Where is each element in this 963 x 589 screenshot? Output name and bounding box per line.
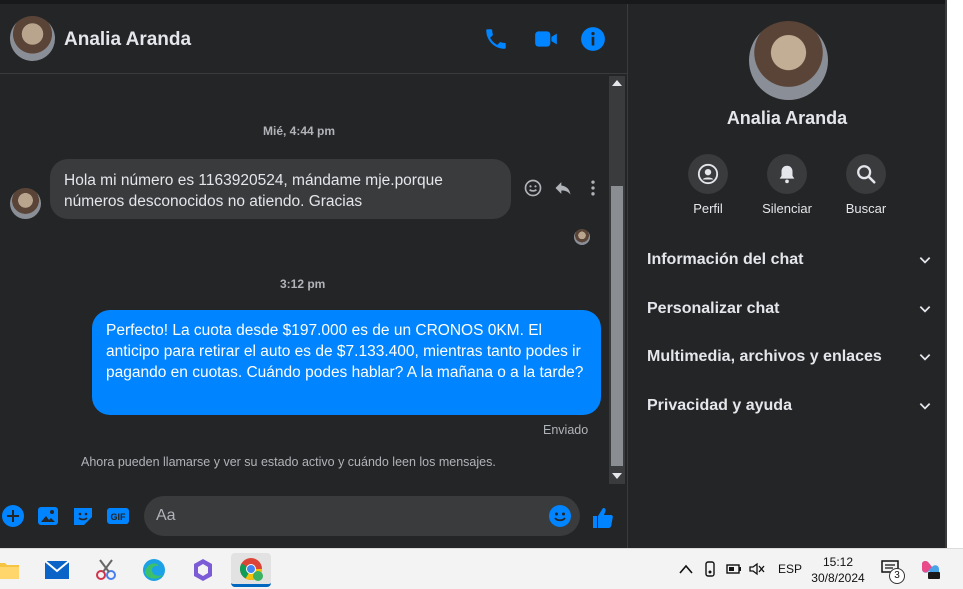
- section-privacy-help[interactable]: Privacidad y ayuda: [647, 391, 932, 421]
- phone-icon[interactable]: [483, 26, 509, 52]
- message-status: Enviado: [543, 423, 589, 437]
- contact-name[interactable]: Analia Aranda: [64, 29, 191, 51]
- profile-action[interactable]: Perfil: [668, 154, 748, 216]
- taskbar-copilot[interactable]: [183, 553, 223, 587]
- section-media-files-links[interactable]: Multimedia, archivos y enlaces: [647, 342, 932, 372]
- speaker-muted-icon[interactable]: [749, 562, 765, 576]
- message-input[interactable]: [156, 504, 536, 528]
- react-emoji-icon[interactable]: [523, 178, 543, 198]
- windows-taskbar: ESP 15:12 30/8/2024 3: [0, 548, 963, 589]
- chat-pane: Analia Aranda Mié, 4:44 pm Hola mi númer…: [0, 4, 627, 548]
- video-call-icon[interactable]: [533, 26, 559, 52]
- conversation-info-panel: Analia Aranda Perfil Silenciar Buscar In…: [627, 4, 945, 548]
- device-icon[interactable]: [703, 561, 717, 577]
- section-label: Privacidad y ayuda: [647, 397, 792, 414]
- mute-action[interactable]: Silenciar: [747, 154, 827, 216]
- scroll-thumb[interactable]: [611, 186, 623, 466]
- timestamp: Mié, 4:44 pm: [263, 124, 336, 138]
- timestamp: 3:12 pm: [280, 277, 326, 291]
- search-label: Buscar: [845, 201, 887, 216]
- mail-icon: [44, 560, 70, 579]
- search-icon: [857, 165, 876, 184]
- chevron-down-icon: [919, 354, 931, 361]
- clock-time: 15:12: [822, 555, 854, 569]
- edge-browser-icon: [143, 559, 165, 581]
- scroll-down-arrow[interactable]: [612, 473, 622, 479]
- chat-scrollbar[interactable]: [609, 76, 625, 484]
- window-edge: [945, 0, 963, 548]
- section-label: Personalizar chat: [647, 300, 780, 317]
- profile-label: Perfil: [693, 201, 723, 216]
- section-label: Multimedia, archivos y enlaces: [647, 348, 882, 365]
- message-composer: GIF: [0, 492, 627, 548]
- profile-name: Analia Aranda: [726, 108, 848, 128]
- contact-avatar[interactable]: [10, 16, 55, 61]
- add-icon[interactable]: [1, 504, 25, 528]
- taskbar-edge[interactable]: [134, 553, 174, 587]
- taskbar-mail[interactable]: [37, 553, 77, 587]
- reply-icon[interactable]: [553, 178, 573, 198]
- chat-header: Analia Aranda: [0, 4, 627, 74]
- profile-avatar[interactable]: [749, 21, 828, 100]
- chevron-up-icon[interactable]: [679, 563, 693, 575]
- chrome-icon: [240, 557, 263, 581]
- bell-icon: [779, 165, 795, 184]
- incoming-message-bubble[interactable]: Hola mi número es 1163920524, mándame mj…: [50, 159, 511, 219]
- notification-badge: 3: [889, 568, 905, 584]
- emoji-icon[interactable]: [548, 504, 572, 528]
- mute-label: Silenciar: [762, 201, 812, 216]
- section-chat-info[interactable]: Información del chat: [647, 245, 932, 275]
- gif-icon[interactable]: GIF: [106, 504, 130, 528]
- section-customize-chat[interactable]: Personalizar chat: [647, 294, 932, 324]
- copilot-preview-icon[interactable]: [919, 558, 941, 580]
- chevron-down-icon: [919, 257, 931, 264]
- taskbar-file-explorer[interactable]: [0, 553, 28, 587]
- system-clock[interactable]: 15:12 30/8/2024: [808, 554, 868, 586]
- chevron-down-icon: [919, 403, 931, 410]
- more-options-icon[interactable]: [583, 178, 603, 198]
- sticker-icon[interactable]: [71, 504, 95, 528]
- message-input-box[interactable]: [144, 496, 580, 536]
- battery-icon[interactable]: [726, 562, 742, 576]
- outgoing-message-bubble[interactable]: Perfecto! La cuota desde $197.000 es de …: [92, 310, 601, 415]
- language-indicator[interactable]: ESP: [778, 562, 802, 576]
- clock-date: 30/8/2024: [811, 571, 865, 585]
- seen-indicator-avatar: [574, 229, 590, 245]
- profile-icon: [697, 163, 719, 185]
- taskbar-snipping-tool[interactable]: [86, 553, 126, 587]
- section-label: Información del chat: [647, 251, 804, 268]
- folder-icon: [0, 563, 19, 579]
- sender-avatar[interactable]: [10, 188, 41, 219]
- info-icon[interactable]: [580, 26, 606, 52]
- svg-text:GIF: GIF: [111, 512, 127, 522]
- search-action[interactable]: Buscar: [826, 154, 906, 216]
- scissors-icon: [96, 559, 116, 580]
- photo-icon[interactable]: [36, 504, 60, 528]
- chevron-down-icon: [919, 306, 931, 313]
- copilot-icon: [194, 559, 212, 581]
- taskbar-chrome[interactable]: [231, 553, 271, 587]
- scroll-up-arrow[interactable]: [612, 80, 622, 86]
- chat-notice: Ahora pueden llamarse y ver su estado ac…: [81, 455, 496, 469]
- like-icon[interactable]: [591, 506, 615, 530]
